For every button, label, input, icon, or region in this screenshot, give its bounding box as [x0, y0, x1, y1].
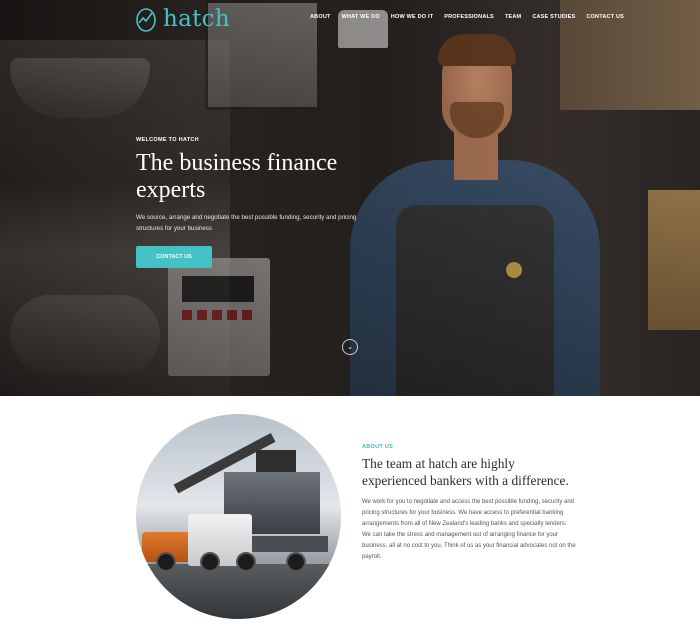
- hero-headline: The business finance experts: [136, 150, 366, 204]
- hero-subtext: We source, arrange and negotiate the bes…: [136, 214, 357, 232]
- about-image: [136, 414, 341, 619]
- chevron-down-icon: ⌄: [347, 344, 353, 351]
- top-nav: hatch ABOUT WHAT WE DO HOW WE DO IT PROF…: [0, 0, 700, 40]
- nav-item-team[interactable]: TEAM: [505, 14, 521, 20]
- about-section: ABOUT US The team at hatch are highly ex…: [362, 444, 577, 563]
- nav-item-case-studies[interactable]: CASE STUDIES: [532, 14, 575, 20]
- nav-item-what-we-do[interactable]: WHAT WE DO: [342, 14, 380, 20]
- scroll-down-button[interactable]: ⌄: [342, 339, 358, 355]
- nav-item-professionals[interactable]: PROFESSIONALS: [444, 14, 494, 20]
- about-body: We work for you to negotiate and access …: [362, 499, 576, 560]
- hero-section: hatch ABOUT WHAT WE DO HOW WE DO IT PROF…: [0, 0, 700, 396]
- brand-logo[interactable]: hatch: [135, 6, 230, 32]
- nav-item-how-we-do-it[interactable]: HOW WE DO IT: [391, 14, 433, 20]
- hero-headline-line1: The business finance: [136, 150, 338, 176]
- about-eyebrow: ABOUT US: [362, 444, 394, 450]
- main-menu: ABOUT WHAT WE DO HOW WE DO IT PROFESSION…: [310, 14, 635, 20]
- brand-name: hatch: [163, 6, 230, 32]
- contact-us-button[interactable]: CONTACT US: [136, 246, 212, 268]
- nav-item-contact-us[interactable]: CONTACT US: [586, 14, 624, 20]
- hero-eyebrow: WELCOME TO HATCH: [136, 137, 199, 143]
- about-heading: The team at hatch are highly experienced…: [362, 456, 569, 488]
- nav-item-about[interactable]: ABOUT: [310, 14, 331, 20]
- egg-logo-icon: [136, 8, 156, 32]
- hero-headline-line2: experts: [136, 177, 206, 203]
- hero-content: WELCOME TO HATCH The business finance ex…: [136, 137, 366, 268]
